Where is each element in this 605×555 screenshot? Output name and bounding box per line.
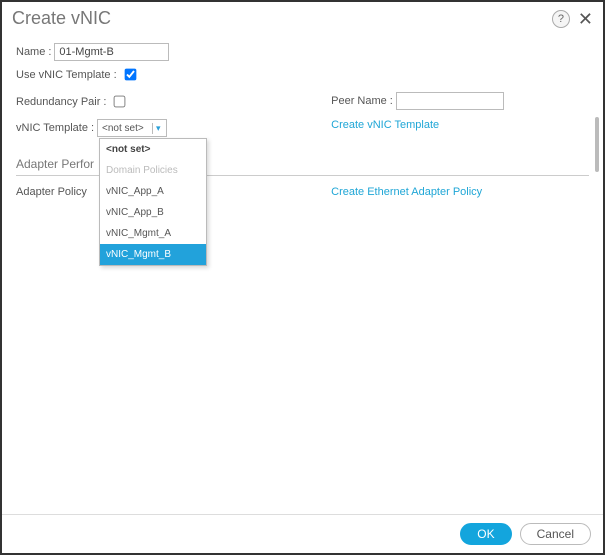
close-icon[interactable]: ✕ (578, 10, 593, 28)
dialog-body: Name : Use vNIC Template : Redundancy Pa… (2, 39, 603, 514)
create-vnic-dialog: Create vNIC ? ✕ Name : Use vNIC Template… (0, 0, 605, 555)
chevron-down-icon: ▾ (152, 123, 164, 134)
name-input[interactable] (54, 43, 169, 61)
redundancy-row: Redundancy Pair : (16, 92, 331, 111)
dropdown-group-domain-policies: Domain Policies (100, 160, 206, 181)
use-template-row: Use vNIC Template : (16, 65, 589, 84)
peer-name-input[interactable] (396, 92, 504, 110)
dropdown-option-not-set[interactable]: <not set> (100, 139, 206, 160)
redundancy-label: Redundancy Pair (16, 96, 100, 108)
name-row: Name : (16, 43, 589, 61)
adapter-policy-label: Adapter Policy (16, 186, 87, 198)
dialog-footer: OK Cancel (2, 514, 603, 553)
help-icon[interactable]: ? (552, 10, 570, 28)
dropdown-option-vnic-mgmt-a[interactable]: vNIC_Mgmt_A (100, 223, 206, 244)
dropdown-option-vnic-app-b[interactable]: vNIC_App_B (100, 202, 206, 223)
use-template-label: Use vNIC Template (16, 69, 111, 81)
vnic-template-dropdown: <not set> Domain Policies vNIC_App_A vNI… (99, 138, 207, 266)
dropdown-option-vnic-app-a[interactable]: vNIC_App_A (100, 181, 206, 202)
dropdown-option-vnic-mgmt-b[interactable]: vNIC_Mgmt_B (100, 244, 206, 265)
cancel-button[interactable]: Cancel (520, 523, 591, 545)
redundancy-checkbox[interactable] (114, 96, 126, 108)
create-vnic-template-link[interactable]: Create vNIC Template (331, 119, 439, 131)
use-template-checkbox[interactable] (124, 69, 136, 81)
create-adapter-policy-link[interactable]: Create Ethernet Adapter Policy (331, 186, 482, 198)
dialog-title: Create vNIC (12, 8, 552, 29)
dialog-header: Create vNIC ? ✕ (2, 2, 603, 39)
ok-button[interactable]: OK (460, 523, 511, 545)
scrollbar-thumb[interactable] (595, 117, 599, 172)
peer-row: Peer Name : (331, 92, 589, 110)
vnic-template-label: vNIC Template (16, 122, 88, 134)
name-label: Name (16, 46, 45, 58)
vnic-template-row: vNIC Template : <not set> ▾ (16, 119, 331, 137)
vnic-template-selected-text: <not set> (102, 123, 152, 134)
peer-label: Peer Name (331, 95, 387, 107)
vnic-template-select[interactable]: <not set> ▾ (97, 119, 167, 137)
